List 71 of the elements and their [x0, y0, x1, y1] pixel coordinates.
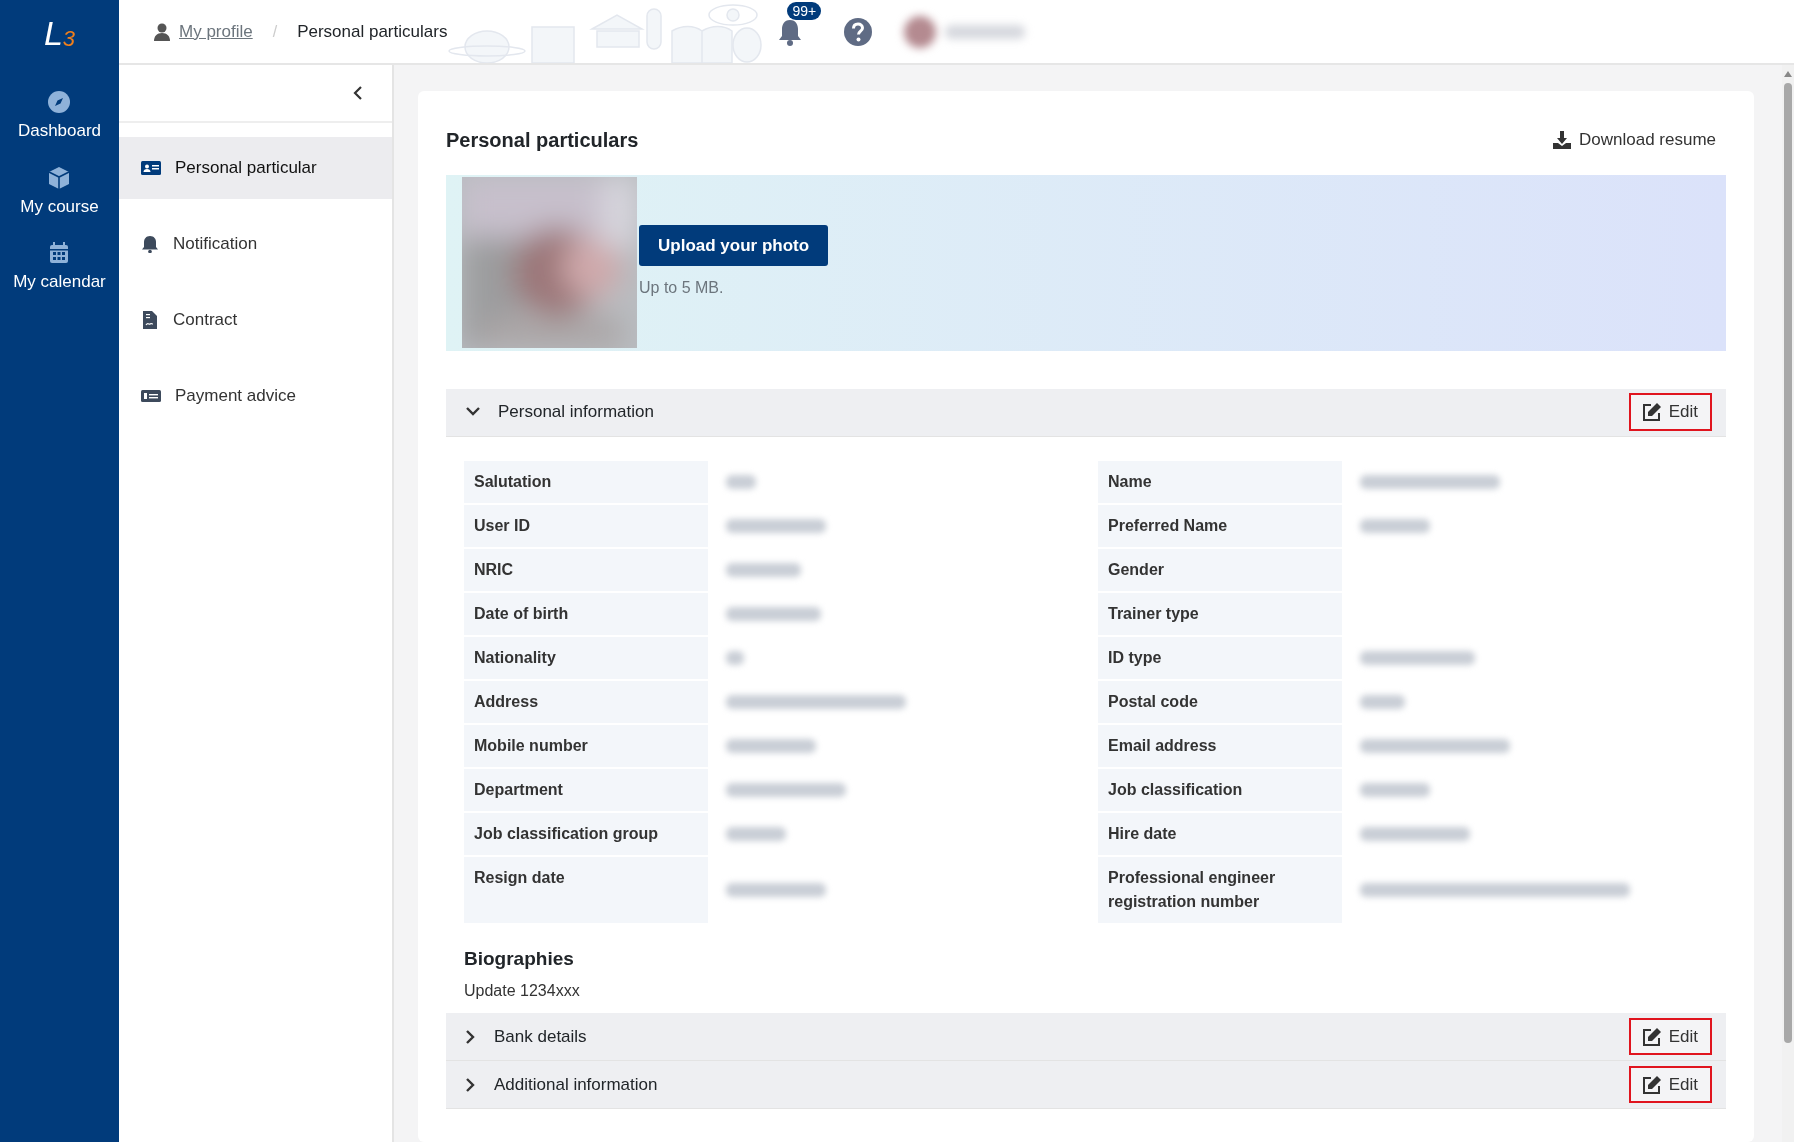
- breadcrumb-link[interactable]: My profile: [153, 18, 253, 45]
- field-label: Hire date: [1098, 812, 1342, 855]
- blurred-value: [726, 474, 756, 489]
- user-icon: [153, 22, 171, 41]
- field-label: Gender: [1098, 548, 1342, 591]
- nav-item[interactable]: My course: [20, 165, 99, 219]
- submenu-item[interactable]: Contract: [119, 289, 392, 351]
- upload-photo-button[interactable]: Upload your photo: [639, 224, 829, 267]
- section-header[interactable]: Bank details Edit: [446, 1013, 1726, 1061]
- field-label: Professional engineer registration number: [1098, 856, 1342, 923]
- section-header[interactable]: Personal information Edit: [446, 388, 1726, 437]
- cube-icon: [47, 165, 72, 190]
- blurred-value: [726, 826, 786, 841]
- chevron-right-icon: [466, 1077, 476, 1092]
- nav-item[interactable]: My calendar: [13, 241, 106, 295]
- edit-button[interactable]: Edit: [1628, 1065, 1712, 1104]
- download-resume-button[interactable]: Download resume: [1553, 127, 1726, 153]
- field-label: Mobile number: [464, 724, 708, 767]
- notification-count-badge: 99+: [787, 1, 822, 21]
- section-title: Personal information: [498, 401, 654, 424]
- submenu-item[interactable]: Payment advice: [119, 365, 392, 427]
- nav-item[interactable]: Dashboard: [17, 90, 102, 144]
- blurred-value: [726, 650, 744, 665]
- edit-button[interactable]: Edit: [1628, 1017, 1712, 1056]
- field-label: Resign date: [464, 856, 708, 923]
- field-label: ID type: [1098, 636, 1342, 679]
- edit-button[interactable]: Edit: [1628, 393, 1712, 431]
- section-title: Additional information: [494, 1073, 658, 1096]
- chevron-down-icon: [466, 407, 480, 417]
- field-label: Job classification group: [464, 812, 708, 855]
- section-header[interactable]: Additional information Edit: [446, 1061, 1726, 1109]
- edit-icon: [1642, 403, 1661, 421]
- field-label: Date of birth: [464, 592, 708, 635]
- field-label: Postal code: [1098, 680, 1342, 723]
- field-label: Address: [464, 680, 708, 723]
- field-label: Job classification: [1098, 768, 1342, 811]
- id-card-icon: [141, 158, 161, 178]
- breadcrumb-separator: /: [272, 21, 278, 42]
- bell-icon[interactable]: [777, 17, 804, 46]
- edit-icon: [1642, 1075, 1661, 1094]
- avatar-icon[interactable]: [903, 14, 938, 49]
- field-label: Department: [464, 768, 708, 811]
- chevron-right-icon: [466, 1029, 476, 1044]
- chevron-left-icon[interactable]: [352, 86, 364, 100]
- upload-size-hint: Up to 5 MB.: [639, 278, 725, 299]
- field-label: Salutation: [464, 460, 708, 503]
- field-label: NRIC: [464, 548, 708, 591]
- card-title: Personal particulars: [446, 127, 639, 152]
- field-label: Nationality: [464, 636, 708, 679]
- bell-icon: [141, 235, 159, 253]
- compass-icon: [47, 90, 72, 114]
- biographies-heading: Biographies: [464, 946, 575, 971]
- blurred-value: [1360, 518, 1430, 533]
- breadcrumb-current: Personal particulars: [297, 20, 448, 43]
- logo: L3: [43, 13, 76, 50]
- field-label: Email address: [1098, 724, 1342, 767]
- blurred-value: [1360, 694, 1405, 709]
- scroll-up-icon[interactable]: [1784, 71, 1792, 77]
- edit-icon: [1642, 1027, 1661, 1046]
- download-icon: [1553, 130, 1571, 149]
- help-icon[interactable]: [843, 16, 874, 47]
- document-icon: [141, 311, 159, 329]
- section-title: Bank details: [494, 1025, 587, 1048]
- submenu-item[interactable]: Personal particular: [119, 137, 392, 199]
- field-label: Preferred Name: [1098, 504, 1342, 547]
- field-label: Name: [1098, 460, 1342, 503]
- submenu-item[interactable]: Notification: [119, 213, 392, 275]
- biographies-text: Update 1234xxx: [464, 981, 581, 1001]
- blurred-value: [1360, 782, 1430, 797]
- field-label: User ID: [464, 504, 708, 547]
- field-label: Trainer type: [1098, 592, 1342, 635]
